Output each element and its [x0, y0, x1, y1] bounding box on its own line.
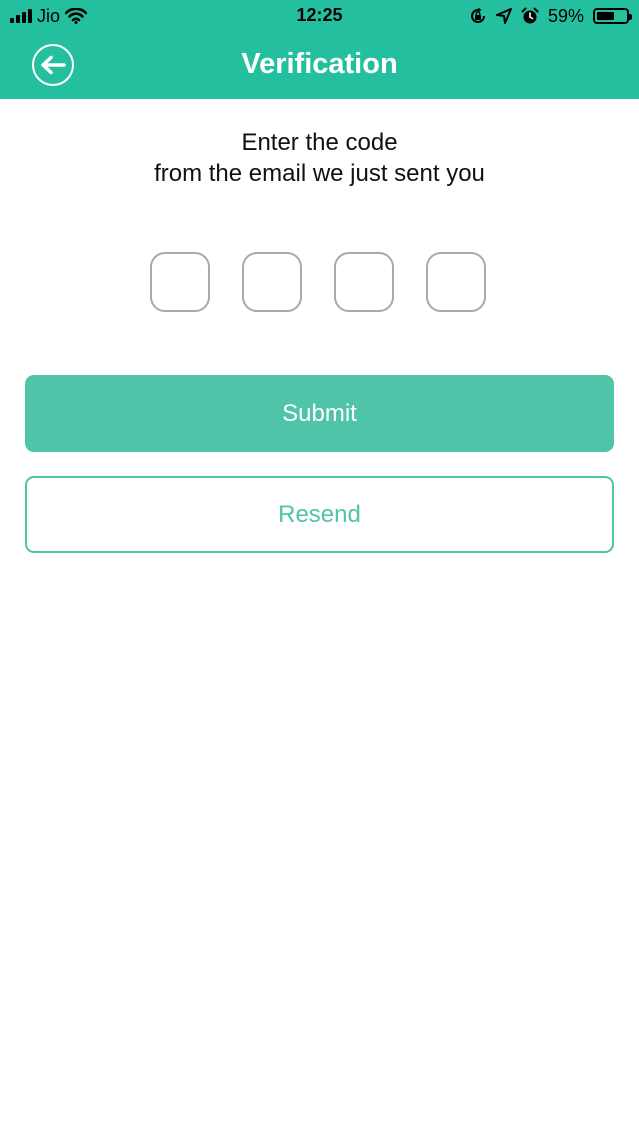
page-title: Verification [241, 48, 398, 80]
code-digit-3-input[interactable] [334, 252, 394, 312]
instructions-line-2: from the email we just sent you [154, 160, 485, 187]
submit-button[interactable]: Submit [25, 375, 614, 452]
status-bar: Jio 12:25 59% [0, 0, 639, 34]
battery-percent: 59% [547, 5, 584, 26]
top-bar: Jio 12:25 59% Verification [0, 0, 639, 99]
code-digit-1-input[interactable] [150, 252, 210, 312]
resend-button[interactable]: Resend [25, 476, 614, 553]
instructions-line-1: Enter the code [241, 129, 398, 156]
verification-code-inputs [150, 252, 486, 312]
orientation-lock-icon [471, 7, 485, 23]
battery-icon [593, 8, 632, 24]
alarm-icon [521, 7, 539, 24]
code-digit-4-input[interactable] [426, 252, 486, 312]
battery-fill [597, 12, 614, 20]
location-arrow-icon [495, 8, 512, 24]
status-right: 59% [469, 5, 632, 27]
instructions: Enter the code from the email we just se… [0, 127, 639, 189]
code-digit-2-input[interactable] [242, 252, 302, 312]
